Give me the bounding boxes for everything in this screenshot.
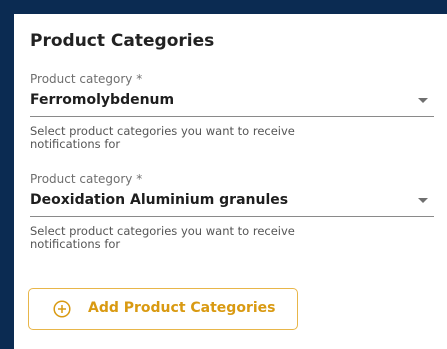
product-category-label: Product category * [30, 172, 143, 186]
plus-circle-icon [53, 300, 71, 318]
selected-category: Deoxidation Aluminium granules [30, 192, 289, 208]
product-category-select[interactable]: Deoxidation Aluminium granules [30, 192, 434, 217]
card-title: Product Categories [30, 31, 215, 51]
selected-category: Ferromolybdenum [30, 92, 175, 108]
product-category-select[interactable]: Ferromolybdenum [30, 92, 434, 117]
chevron-down-icon [418, 198, 428, 203]
chevron-down-icon [418, 98, 428, 103]
add-product-categories-label: Add Product Categories [88, 300, 276, 316]
product-category-label: Product category * [30, 72, 143, 86]
add-product-categories-button[interactable]: Add Product Categories [28, 288, 298, 330]
helper-text: Select product categories you want to re… [30, 224, 295, 251]
helper-text: Select product categories you want to re… [30, 124, 295, 151]
